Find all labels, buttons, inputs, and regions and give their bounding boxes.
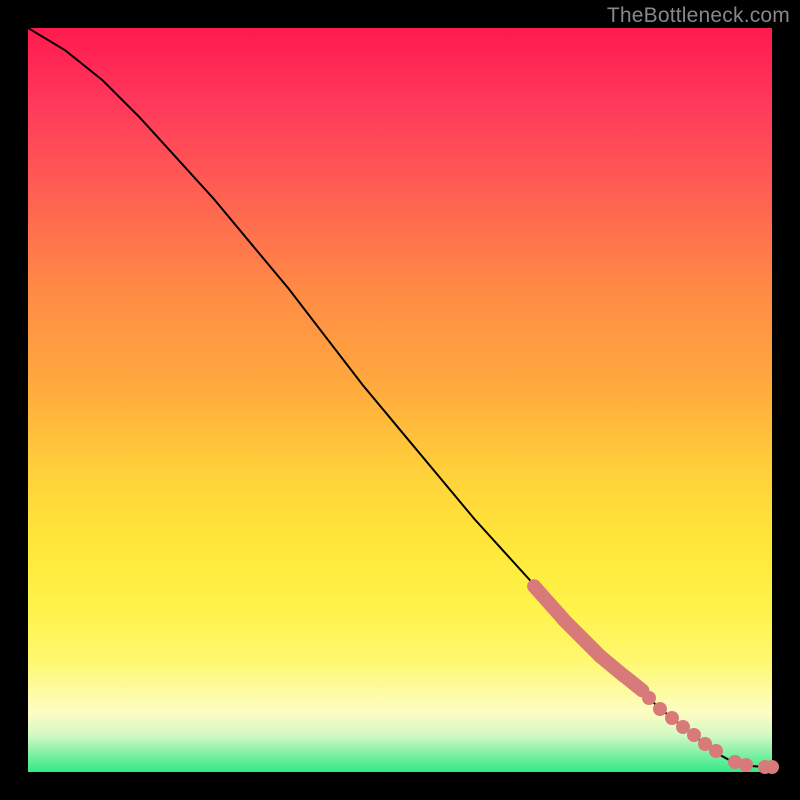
curve-line: [28, 28, 772, 767]
highlight-point: [739, 758, 753, 772]
highlight-point: [642, 691, 656, 705]
watermark-text: TheBottleneck.com: [607, 4, 790, 28]
chart-plot-area: [28, 28, 772, 772]
highlight-point: [709, 744, 723, 758]
curve-svg: [28, 28, 772, 772]
highlight-point: [765, 760, 779, 774]
